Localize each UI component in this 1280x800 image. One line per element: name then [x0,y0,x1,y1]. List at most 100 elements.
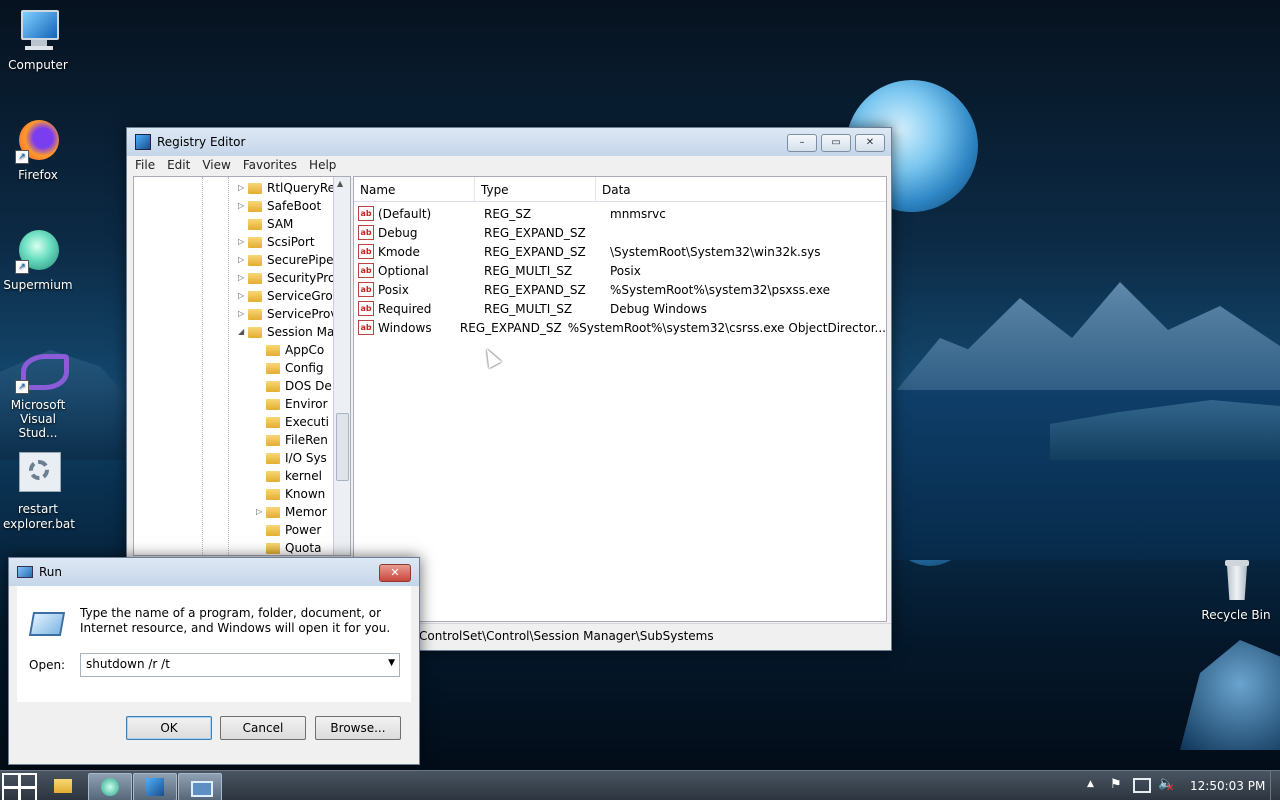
desktop-icon-restart-explorer[interactable]: restart explorer.bat [0,452,76,532]
value-row[interactable]: ab Optional REG_MULTI_SZ Posix [354,261,886,280]
clock[interactable]: 12:50:03 PM [1190,779,1265,793]
tree-node[interactable]: kernel [256,467,322,485]
menu-view[interactable]: View [202,158,230,172]
tree-node-label: SecurePipe [267,253,334,267]
tree-node[interactable]: ▷ ScsiPort [238,233,315,251]
tree-node[interactable]: ▷ ServiceGro [238,287,333,305]
menu-file[interactable]: File [135,158,155,172]
ok-button[interactable]: OK [126,716,212,740]
shortcut-arrow-icon: ↗ [15,260,29,274]
tree-node[interactable]: DOS De [256,377,332,395]
taskbar-file-explorer[interactable] [42,773,84,799]
tree-node[interactable]: Known [256,485,325,503]
status-path: ControlSet\Control\Session Manager\SubSy… [419,629,714,643]
value-row[interactable]: ab Required REG_MULTI_SZ Debug Windows [354,299,886,318]
network-icon[interactable] [1133,778,1151,793]
value-name: Kmode [378,244,420,259]
taskbar-run[interactable] [178,773,222,800]
tree-scroll-thumb[interactable] [336,413,349,481]
folder-icon [266,434,280,446]
column-name[interactable]: Name [354,177,475,201]
tree-node-label: I/O Sys [285,451,327,465]
taskbar-regedit[interactable] [133,773,177,800]
minimize-button[interactable]: – [787,134,817,152]
tree-node[interactable]: ▷ SecurePipe [238,251,334,269]
tree-node[interactable]: ◢ Session Ma [238,323,334,341]
tree-node[interactable]: I/O Sys [256,449,327,467]
tree-node-label: Config [285,361,324,375]
folder-icon [266,452,280,464]
supermium-icon: ↗ [15,228,61,274]
run-program-icon [28,612,66,636]
action-center-flag-icon[interactable]: ⚑ [1110,777,1122,792]
tree-expander-icon[interactable]: ▷ [238,305,248,323]
tree-scrollbar[interactable]: ▲ [333,177,350,555]
desktop-icon-firefox[interactable]: ↗ Firefox [0,118,76,182]
tree-expander-icon[interactable]: ▷ [238,179,248,197]
show-hidden-icons-icon[interactable]: ▲ [1087,779,1094,789]
folder-icon [248,272,262,284]
registry-tree[interactable]: ▷ RtlQueryRe ▷ SafeBoot SAM ▷ ScsiPort ▷ SecureP… [133,176,351,556]
desktop-icon-computer[interactable]: Computer [0,8,76,72]
tree-expander-icon[interactable]: ▷ [238,197,248,215]
cancel-button[interactable]: Cancel [220,716,306,740]
values-list[interactable]: Name Type Data ab (Default) REG_SZ mnmsrvc a… [353,176,887,622]
browse-button[interactable]: Browse... [315,716,401,740]
open-combobox[interactable]: shutdown /r /t ▼ [80,653,400,677]
taskbar: ▲ ⚑ 🔈 ✕ 12:50:03 PM [0,770,1280,800]
value-data: %SystemRoot%\system32\csrss.exe ObjectDi… [567,320,886,335]
menu-favorites[interactable]: Favorites [243,158,297,172]
value-type: REG_MULTI_SZ [484,263,573,278]
taskbar-supermium[interactable] [88,773,132,800]
scroll-up-arrow-icon[interactable]: ▲ [337,179,343,188]
value-row[interactable]: ab Debug REG_EXPAND_SZ [354,223,886,242]
tree-node[interactable]: Power [256,521,321,539]
show-desktop-button[interactable] [1270,771,1280,800]
close-button[interactable]: ✕ [855,134,885,152]
folder-icon [248,290,262,302]
folder-icon [248,254,262,266]
tree-node[interactable]: Config [256,359,324,377]
tree-node[interactable]: Executi [256,413,329,431]
menu-edit[interactable]: Edit [167,158,190,172]
tree-node[interactable]: FileRen [256,431,328,449]
regedit-titlebar[interactable]: Registry Editor – ▭ ✕ [127,128,891,156]
tree-expander-icon[interactable]: ▷ [238,251,248,269]
shortcut-arrow-icon: ↗ [15,150,29,164]
maximize-button[interactable]: ▭ [821,134,851,152]
desktop-icon-visual-studio[interactable]: ↗ Microsoft Visual Stud... [0,348,76,440]
value-row[interactable]: ab (Default) REG_SZ mnmsrvc [354,204,886,223]
tree-node-label: Executi [285,415,329,429]
desktop-icon-label: Firefox [18,168,58,182]
tree-node[interactable]: Quota [256,539,321,555]
value-row[interactable]: ab Windows REG_EXPAND_SZ %SystemRoot%\syste… [354,318,886,337]
open-input[interactable]: shutdown /r /t [86,657,170,671]
tree-expander-icon[interactable]: ▷ [238,269,248,287]
tree-node[interactable]: Enviror [256,395,328,413]
tree-expander-icon[interactable]: ▷ [238,287,248,305]
run-titlebar[interactable]: Run ✕ [9,558,419,586]
tree-node[interactable]: ▷ RtlQueryRe [238,179,335,197]
menu-help[interactable]: Help [309,158,336,172]
start-icon[interactable] [2,773,37,800]
value-row[interactable]: ab Posix REG_EXPAND_SZ %SystemRoot%\system3… [354,280,886,299]
column-type[interactable]: Type [475,177,596,201]
tree-node[interactable]: ▷ ServiceProv [238,305,338,323]
dropdown-arrow-icon[interactable]: ▼ [388,658,395,668]
tree-node-label: FileRen [285,433,328,447]
tree-node[interactable]: ▷ SecurityPro [238,269,335,287]
desktop-icon-supermium[interactable]: ↗ Supermium [0,228,76,292]
tree-node[interactable]: ▷ SafeBoot [238,197,321,215]
tree-node[interactable]: ▷ Memor [256,503,327,521]
run-close-button[interactable]: ✕ [379,564,411,582]
tree-node[interactable]: AppCo [256,341,324,359]
tree-expander-icon[interactable]: ▷ [256,503,266,521]
tree-expander-icon[interactable]: ▷ [238,233,248,251]
tree-expander-icon[interactable]: ◢ [238,323,248,341]
window-title: Registry Editor [157,135,246,149]
value-row[interactable]: ab Kmode REG_EXPAND_SZ \SystemRoot\System32… [354,242,886,261]
tree-node[interactable]: SAM [238,215,293,233]
value-type: REG_EXPAND_SZ [484,244,586,259]
desktop-icon-recycle-bin[interactable]: Recycle Bin [1198,558,1274,622]
column-data[interactable]: Data [596,177,631,201]
